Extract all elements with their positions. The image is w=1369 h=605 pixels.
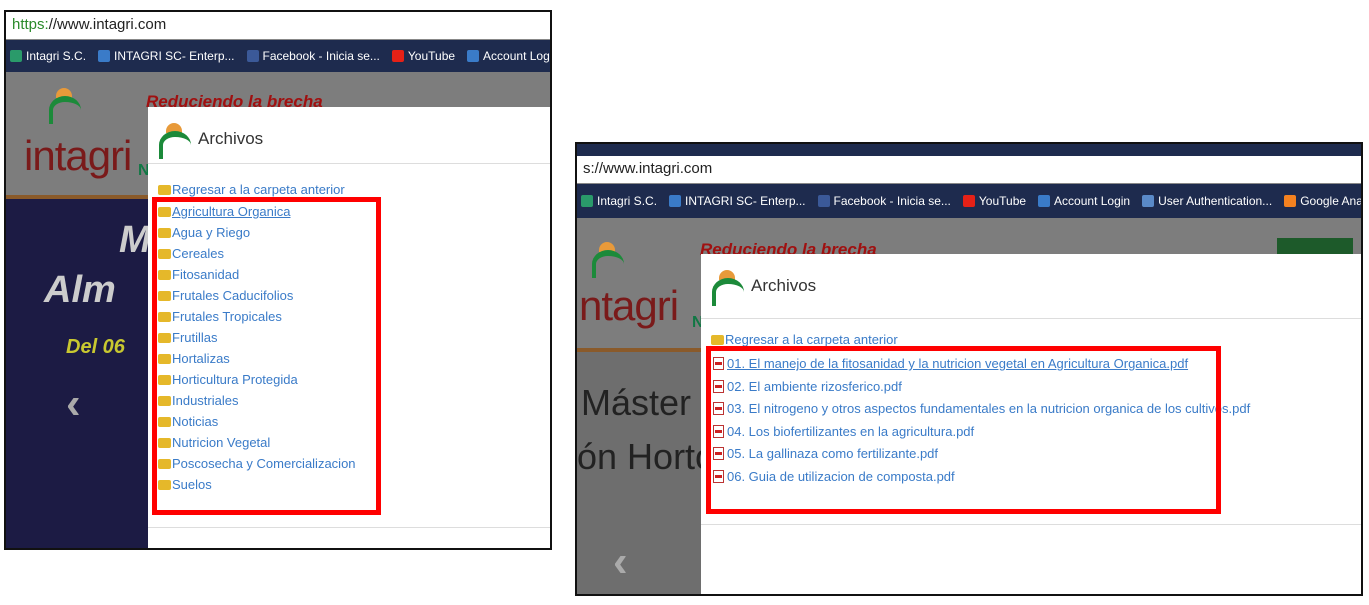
divider xyxy=(701,524,1361,525)
banner-text: M xyxy=(119,219,151,261)
slider-prev-button[interactable]: ‹ xyxy=(613,537,628,587)
intagri-logo-icon xyxy=(46,86,86,126)
bookmark-item[interactable]: Facebook - Inicia se... xyxy=(246,49,380,63)
bookmark-item[interactable]: Facebook - Inicia se... xyxy=(817,194,951,208)
highlight-box xyxy=(706,346,1221,514)
bookmark-favicon-icon xyxy=(391,50,404,62)
banner-text: ón Horto xyxy=(577,436,716,477)
divider xyxy=(148,163,550,164)
address-bar[interactable]: https://www.intagri.com xyxy=(6,12,550,40)
bookmark-item[interactable]: YouTube xyxy=(391,49,455,63)
address-bar[interactable]: s://www.intagri.com xyxy=(577,156,1361,184)
modal-header: Archivos xyxy=(709,268,817,306)
bookmark-favicon-icon xyxy=(246,50,259,62)
bookmark-item[interactable]: Account Login xyxy=(1038,194,1130,208)
modal-title: Archivos xyxy=(198,129,264,148)
banner-text: Alm xyxy=(44,269,116,311)
banner-date: Del 06 xyxy=(66,336,125,358)
bookmark-favicon-icon xyxy=(467,50,480,62)
bookmark-item[interactable]: Intagri S.C. xyxy=(10,49,86,63)
divider xyxy=(701,318,1361,319)
bookmark-favicon-icon xyxy=(817,195,830,207)
bookmark-item[interactable]: INTAGRI SC- Enterp... xyxy=(669,194,806,208)
folder-icon xyxy=(158,184,171,195)
bookmark-favicon-icon xyxy=(1142,195,1155,207)
bookmark-item[interactable]: YouTube xyxy=(962,194,1026,208)
highlight-box xyxy=(152,197,381,515)
modal-title: Archivos xyxy=(751,276,817,295)
bookmark-favicon-icon xyxy=(10,50,22,62)
bookmark-item[interactable]: Intagri S.C. xyxy=(581,194,657,208)
bookmark-item[interactable]: Google Analytics xyxy=(1284,194,1361,208)
folder-icon xyxy=(711,334,724,345)
tab-strip xyxy=(577,144,1361,156)
bookmarks-bar: Intagri S.C. INTAGRI SC- Enterp... Faceboo… xyxy=(577,184,1361,218)
bookmark-favicon-icon xyxy=(962,195,975,207)
bookmark-item[interactable]: User Authentication... xyxy=(1142,194,1272,208)
bookmark-item[interactable]: INTAGRI SC- Enterp... xyxy=(98,49,235,63)
screenshot-left: https://www.intagri.com Intagri S.C. INTA… xyxy=(4,10,552,550)
screenshot-right: s://www.intagri.com Intagri S.C. INTAGRI … xyxy=(575,142,1363,596)
back-link[interactable]: Regresar a la carpeta anterior xyxy=(711,332,898,347)
divider xyxy=(148,527,550,528)
bookmark-favicon-icon xyxy=(1038,195,1051,207)
bookmark-favicon-icon xyxy=(1284,195,1297,207)
intagri-logo-icon xyxy=(589,240,629,280)
bookmark-item[interactable]: Account Login xyxy=(467,49,550,63)
site-logo: ntagri xyxy=(579,282,679,329)
bookmark-favicon-icon xyxy=(669,195,682,207)
site-logo: intagri xyxy=(24,132,132,179)
intagri-logo-icon xyxy=(156,121,192,159)
bookmark-favicon-icon xyxy=(98,50,111,62)
bookmark-favicon-icon xyxy=(581,195,593,207)
intagri-logo-icon xyxy=(709,268,745,306)
bookmarks-bar: Intagri S.C. INTAGRI SC- Enterp... Faceboo… xyxy=(6,40,550,72)
slider-prev-button[interactable]: ‹ xyxy=(66,379,81,429)
modal-header: Archivos xyxy=(156,121,264,159)
back-link[interactable]: Regresar a la carpeta anterior xyxy=(158,182,345,197)
